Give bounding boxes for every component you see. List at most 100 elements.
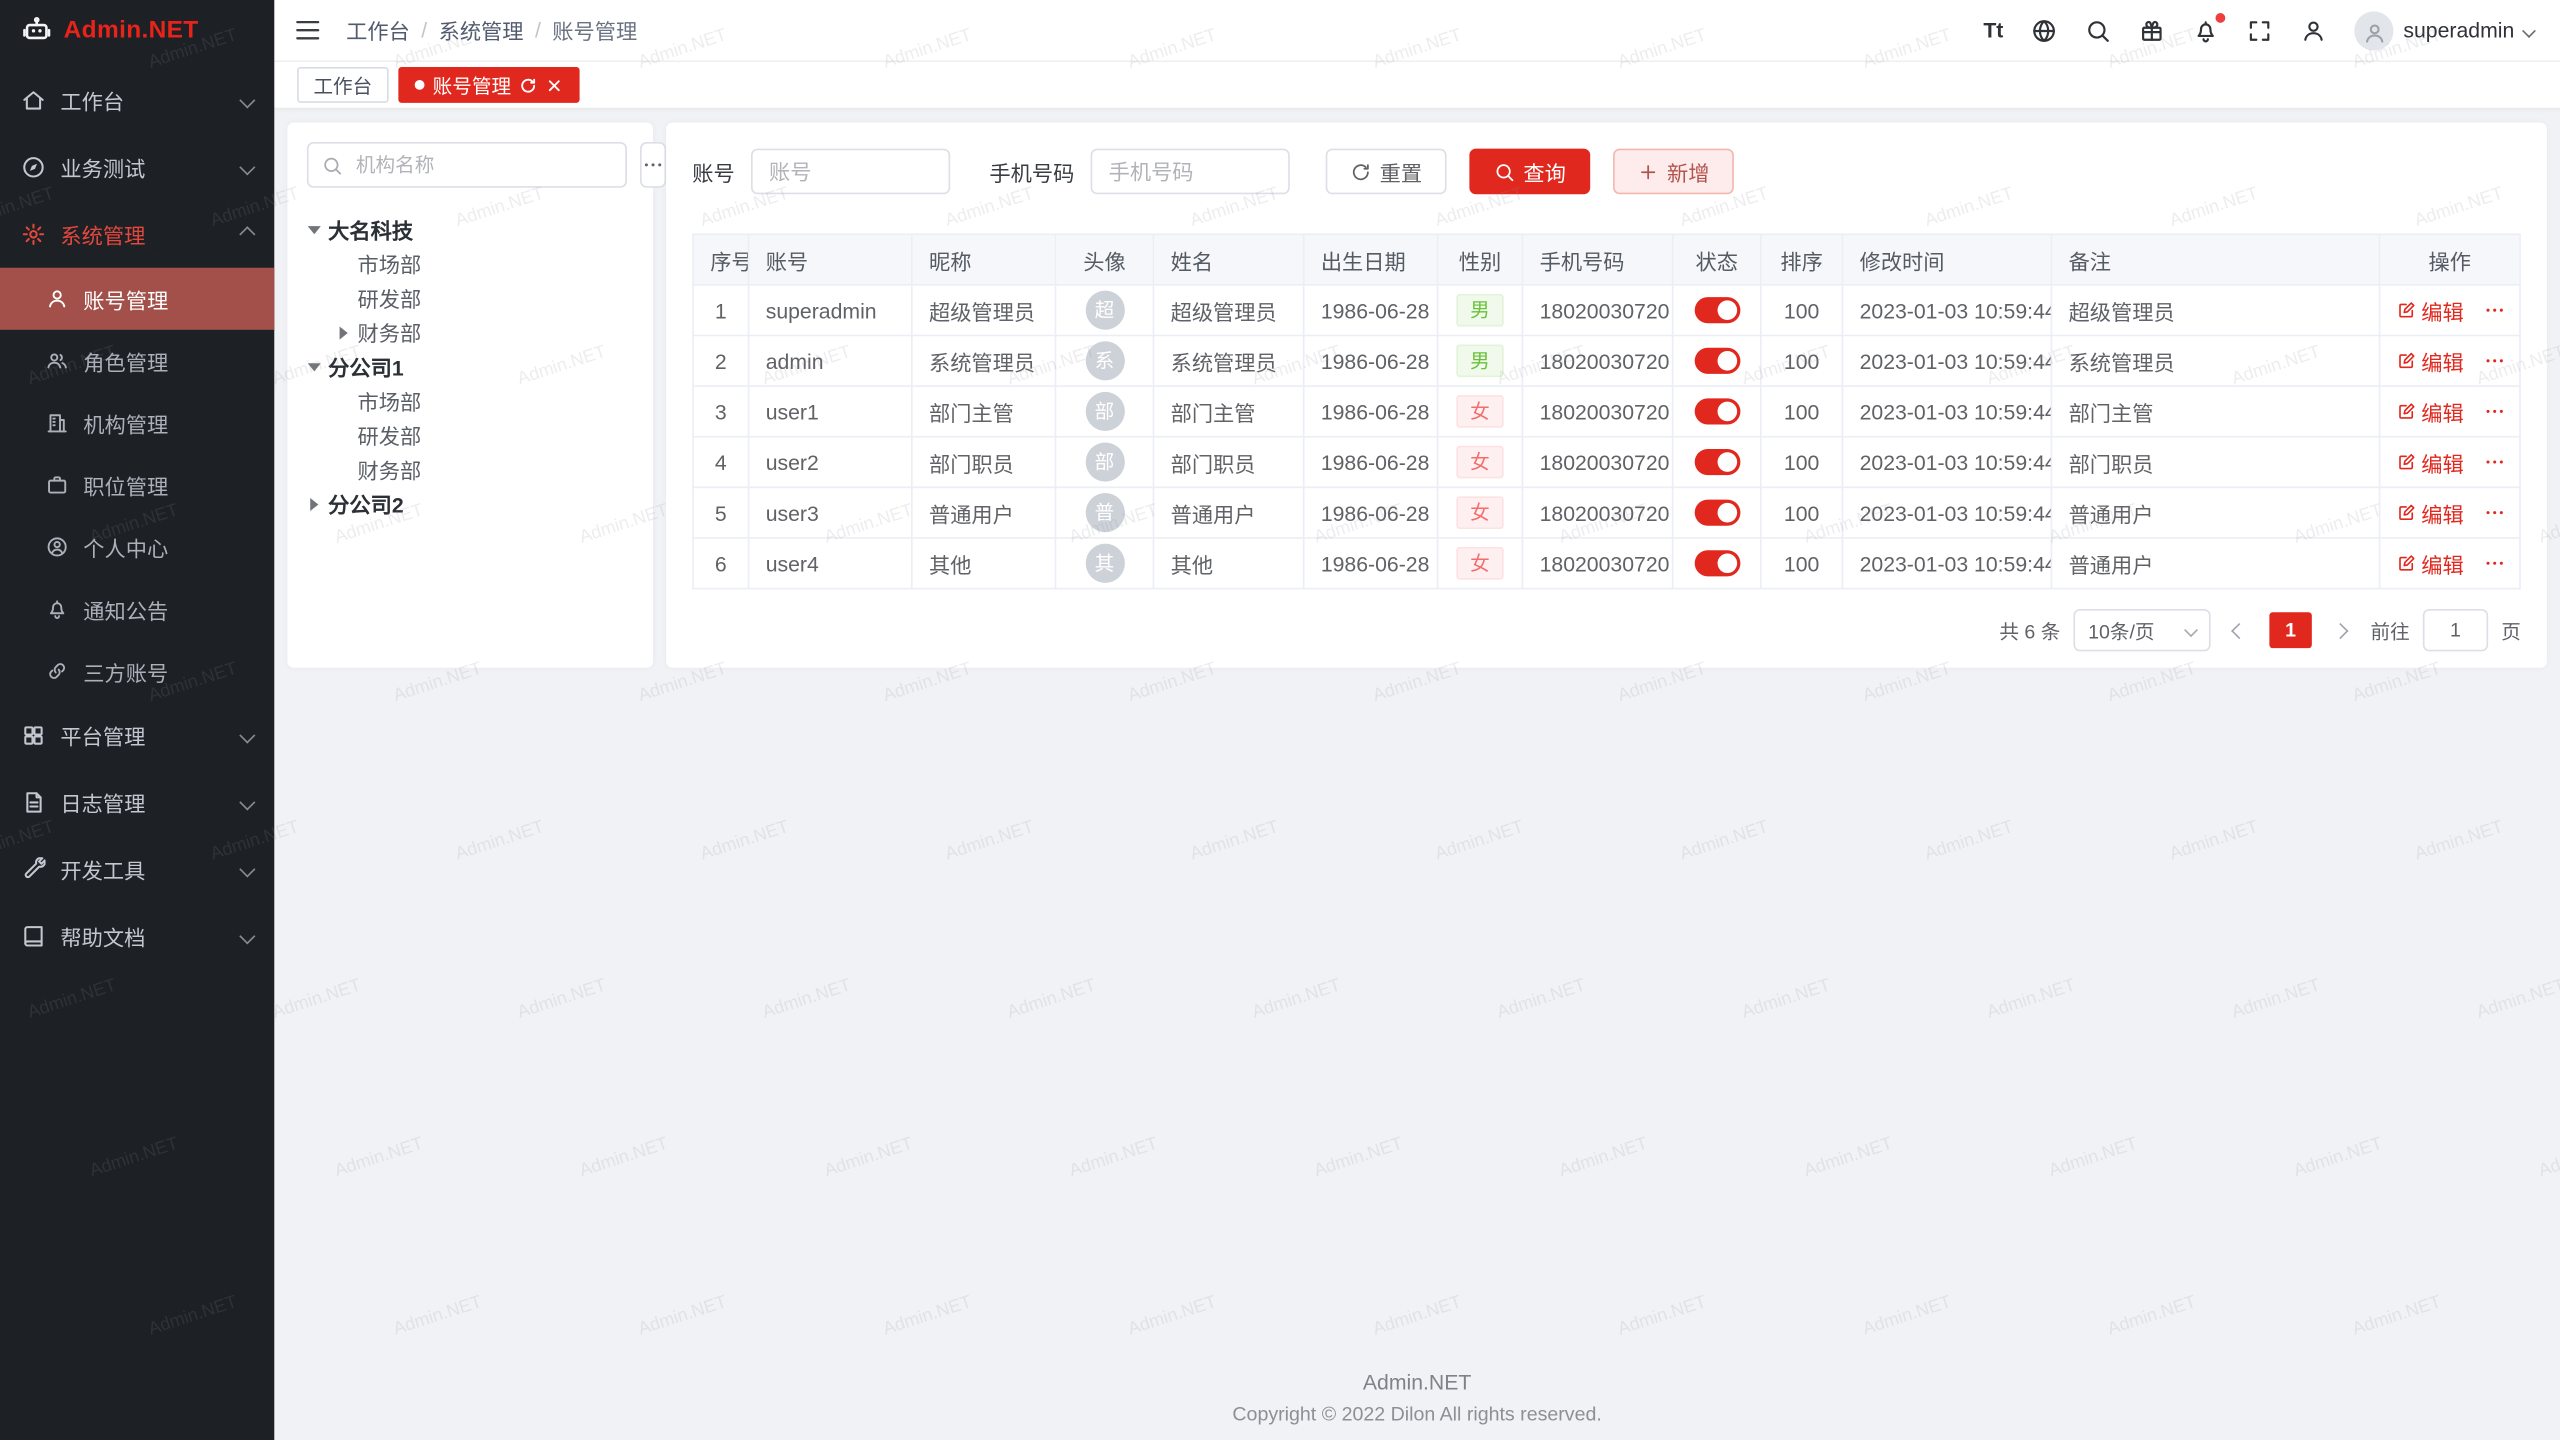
- logo[interactable]: Admin.NET: [0, 0, 274, 60]
- tree-caret-icon[interactable]: [308, 362, 321, 370]
- toolbar-button[interactable]: [2139, 17, 2165, 43]
- toggle-knob: [1717, 402, 1737, 422]
- tree-caret-icon[interactable]: [308, 225, 321, 233]
- org-name-input[interactable]: [353, 152, 613, 178]
- cell-modified-time: 2023-01-03 10:59:44: [1842, 538, 2051, 589]
- more-actions-icon[interactable]: [2483, 451, 2506, 474]
- breadcrumb-separator: /: [535, 18, 541, 42]
- chevron-icon: [239, 226, 255, 242]
- sidebar-item[interactable]: 个人中心: [0, 516, 274, 578]
- tree-node-label: 研发部: [358, 420, 422, 451]
- toolbar-button[interactable]: [2193, 17, 2219, 43]
- edit-button[interactable]: 编辑: [2397, 345, 2464, 376]
- sidebar-item[interactable]: 开发工具: [0, 836, 274, 903]
- sidebar-item[interactable]: 角色管理: [0, 330, 274, 392]
- cell-index: 2: [693, 336, 749, 387]
- current-page[interactable]: 1: [2269, 612, 2311, 648]
- cell-modified-time: 2023-01-03 10:59:44: [1842, 336, 2051, 387]
- toolbar-button[interactable]: [2247, 17, 2273, 43]
- sidebar-item[interactable]: 平台管理: [0, 702, 274, 769]
- tree-node[interactable]: 分公司2: [307, 487, 634, 521]
- edit-button[interactable]: 编辑: [2397, 396, 2464, 427]
- org-search-box[interactable]: [307, 142, 627, 188]
- tree-node[interactable]: 市场部: [307, 247, 634, 281]
- more-options-button[interactable]: [640, 142, 666, 188]
- table-header-row: 序号账号昵称头像姓名出生日期性别手机号码状态排序修改时间备注操作: [693, 234, 2520, 285]
- page-jump-input[interactable]: [2423, 609, 2488, 651]
- account-filter-input[interactable]: [751, 149, 950, 195]
- breadcrumb-item[interactable]: 工作台: [346, 15, 410, 46]
- font-size-icon[interactable]: Tt: [1983, 18, 2003, 42]
- status-toggle[interactable]: [1694, 449, 1740, 475]
- bell-icon: [2193, 17, 2219, 43]
- sidebar-item[interactable]: 机构管理: [0, 392, 274, 454]
- tree-node[interactable]: 分公司1: [307, 349, 634, 383]
- edit-button[interactable]: 编辑: [2397, 295, 2464, 326]
- app-root: Admin.NET 工作台 业务测试 系统管理: [0, 0, 2560, 1440]
- edit-icon: [2397, 351, 2417, 371]
- hamburger-menu-icon[interactable]: [294, 16, 322, 44]
- refresh-icon[interactable]: [519, 76, 537, 94]
- tree-node[interactable]: 财务部: [307, 452, 634, 486]
- user-avatar[interactable]: [2354, 11, 2393, 50]
- next-page-button[interactable]: [2325, 609, 2358, 651]
- sidebar-item[interactable]: 日志管理: [0, 769, 274, 836]
- sidebar-item[interactable]: 系统管理: [0, 201, 274, 268]
- tool-icon: [21, 857, 45, 881]
- phone-filter-input[interactable]: [1091, 149, 1290, 195]
- tree-node[interactable]: 研发部: [307, 418, 634, 452]
- sidebar-item[interactable]: 通知公告: [0, 578, 274, 640]
- chevron-icon: [239, 794, 255, 810]
- chevron-icon: [239, 92, 255, 108]
- status-toggle[interactable]: [1694, 348, 1740, 374]
- sidebar-item[interactable]: 帮助文档: [0, 903, 274, 970]
- topbar-actions: Tt: [1983, 11, 2534, 50]
- edit-button[interactable]: 编辑: [2397, 548, 2464, 579]
- sidebar-item[interactable]: 账号管理: [0, 268, 274, 330]
- more-actions-icon[interactable]: [2483, 501, 2506, 524]
- cell-order: 100: [1761, 386, 1843, 437]
- more-actions-icon[interactable]: [2483, 552, 2506, 575]
- tree-node[interactable]: 市场部: [307, 384, 634, 418]
- status-toggle[interactable]: [1694, 399, 1740, 425]
- reset-button[interactable]: 重置: [1326, 149, 1447, 195]
- prev-page-button[interactable]: [2224, 609, 2257, 651]
- toolbar-button[interactable]: [2085, 17, 2111, 43]
- tab-workbench[interactable]: 工作台: [297, 67, 388, 103]
- tree-node[interactable]: 研发部: [307, 281, 634, 315]
- sidebar-item[interactable]: 工作台: [0, 67, 274, 134]
- breadcrumb-item[interactable]: 系统管理: [439, 15, 524, 46]
- tree-caret-icon[interactable]: [340, 326, 348, 339]
- book-icon: [21, 924, 45, 948]
- edit-button[interactable]: 编辑: [2397, 497, 2464, 528]
- status-toggle[interactable]: [1694, 500, 1740, 526]
- search-button[interactable]: 查询: [1469, 149, 1590, 195]
- sidebar-item-label: 工作台: [60, 85, 227, 116]
- close-icon[interactable]: [545, 76, 563, 94]
- more-actions-icon[interactable]: [2483, 400, 2506, 423]
- tree-caret-icon[interactable]: [310, 497, 318, 510]
- toolbar-button[interactable]: [2301, 17, 2327, 43]
- edit-button[interactable]: 编辑: [2397, 447, 2464, 478]
- column-header: 操作: [2380, 234, 2520, 285]
- sidebar-item[interactable]: 职位管理: [0, 454, 274, 516]
- more-actions-icon[interactable]: [2483, 349, 2506, 372]
- more-actions-icon[interactable]: [2483, 299, 2506, 322]
- cell-phone: 18020030720: [1522, 437, 1672, 488]
- toolbar-button[interactable]: [2031, 17, 2057, 43]
- cell-remark: 系统管理员: [2051, 336, 2379, 387]
- breadcrumb-separator: /: [421, 18, 427, 42]
- sidebar-item[interactable]: 业务测试: [0, 134, 274, 201]
- user-menu[interactable]: superadmin: [2354, 11, 2533, 50]
- username[interactable]: superadmin: [2403, 18, 2514, 42]
- sidebar-item[interactable]: 三方账号: [0, 640, 274, 702]
- tab-account-management[interactable]: 账号管理: [398, 67, 579, 103]
- tree-node[interactable]: 财务部: [307, 315, 634, 349]
- page-size-select[interactable]: 10条/页: [2073, 609, 2210, 651]
- add-button[interactable]: 新增: [1613, 149, 1734, 195]
- breadcrumb-item[interactable]: 账号管理: [552, 15, 637, 46]
- status-toggle[interactable]: [1694, 551, 1740, 577]
- tree-node[interactable]: 大名科技: [307, 212, 634, 246]
- cell-account: user4: [749, 538, 912, 589]
- status-toggle[interactable]: [1694, 298, 1740, 324]
